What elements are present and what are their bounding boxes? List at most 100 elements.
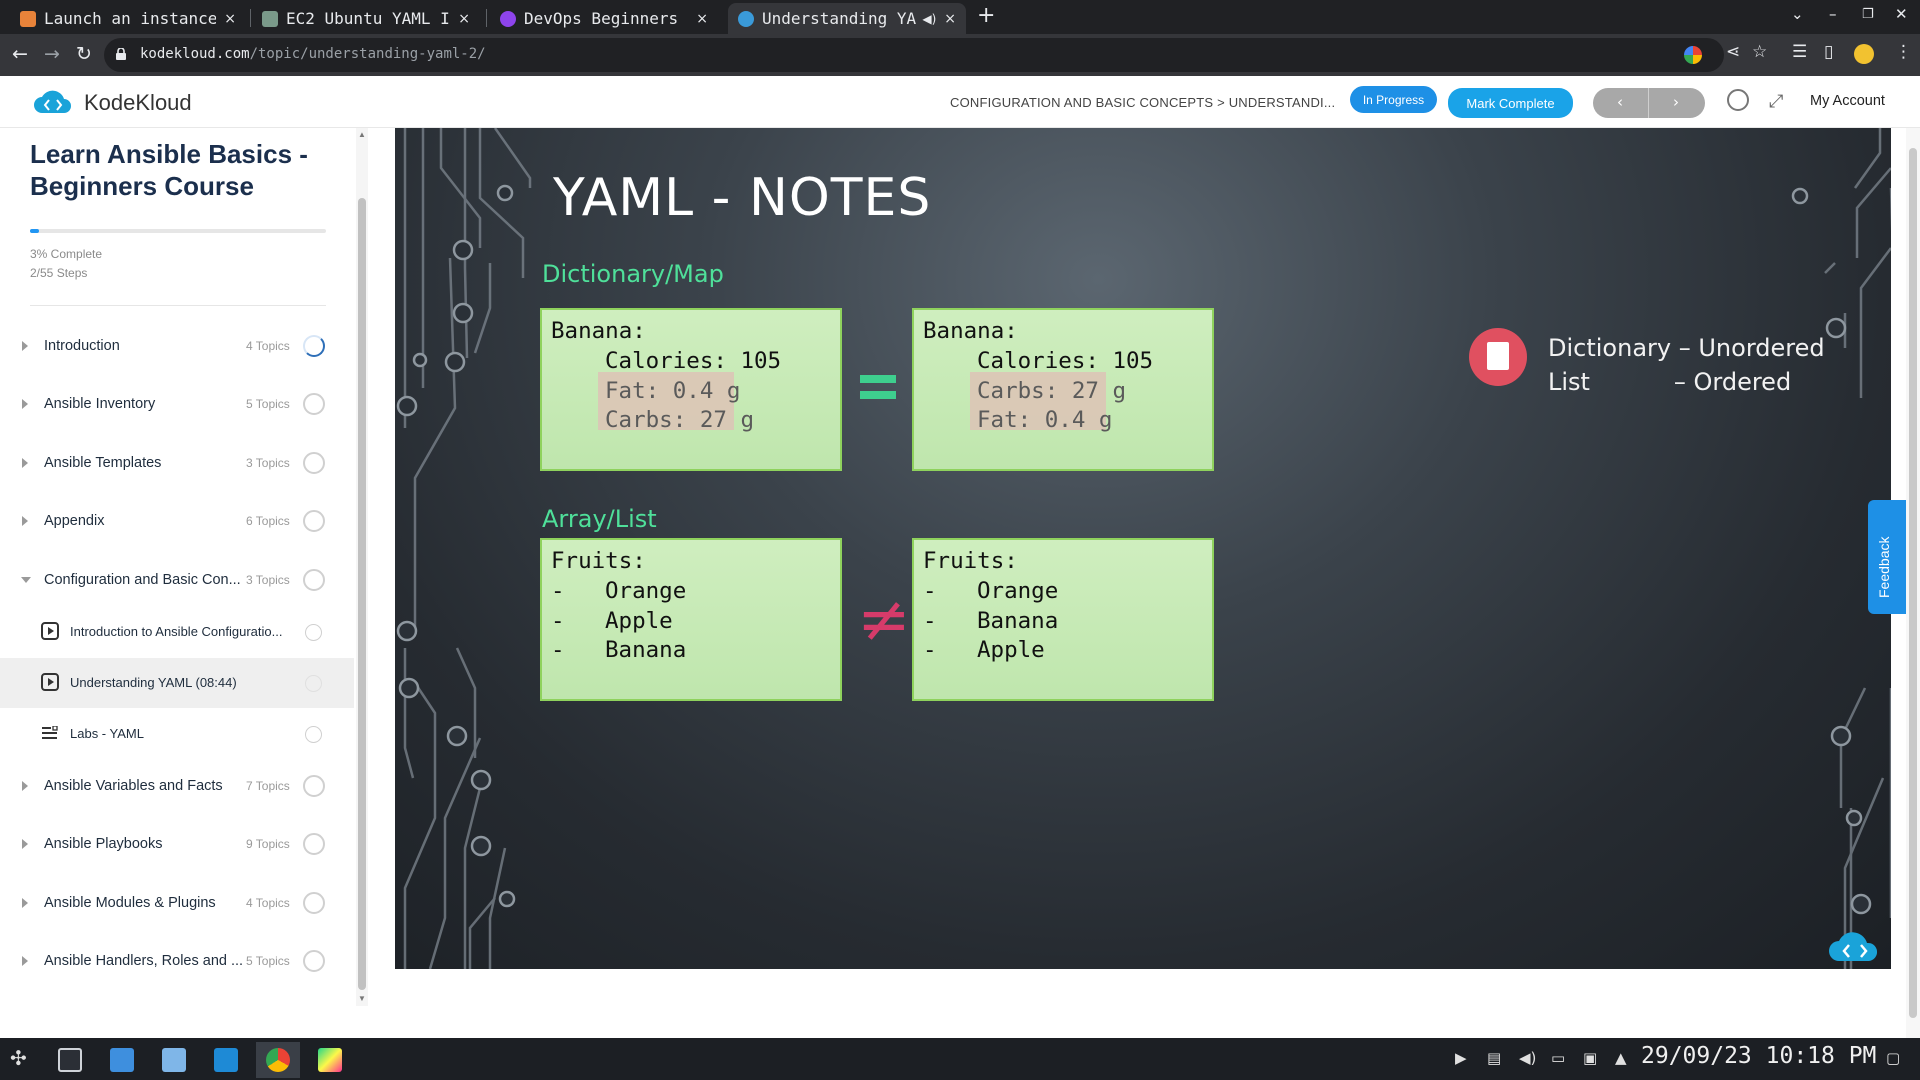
store-icon [110,1048,134,1072]
code-line: Fat: 0.4 g [977,407,1113,433]
battery-icon[interactable]: ▭ [1551,1049,1565,1067]
network-icon[interactable]: ▣ [1583,1049,1597,1067]
side-panel-icon[interactable]: ▯ [1824,42,1833,62]
breadcrumb[interactable]: CONFIGURATION AND BASIC CONCEPTS > UNDER… [950,95,1335,110]
section-configuration-basic-concepts[interactable]: Configuration and Basic Con... 3 Topics [0,556,354,606]
list-dash: - [923,578,937,604]
tray-expand-icon[interactable]: ▲ [1615,1049,1627,1067]
list-dash: - [923,608,937,634]
page-scrollbar[interactable] [1906,128,1920,1038]
more-menu-icon[interactable]: ⋮ [1895,42,1912,62]
app-launcher-icon[interactable]: ✣ [10,1046,27,1070]
not-equal-icon: ≠ [857,583,911,657]
sidebar-scrollbar[interactable]: ▲ ▼ [356,128,368,1006]
google-lens-icon[interactable] [1684,46,1702,64]
progress-ring-icon [303,892,325,914]
code-key: Fruits: [923,548,1018,574]
logo-text[interactable]: KodeKloud [84,90,192,116]
share-icon[interactable]: ⋖ [1726,42,1740,62]
os-taskbar: ✣ ▶ ▤ ◀) ▭ ▣ ▲ 29/09/23 10:18 PM ▢ [0,1038,1920,1080]
taskbar-vscode[interactable] [204,1042,248,1078]
course-title[interactable]: Learn Ansible Basics - Beginners Course [30,138,330,202]
scroll-down-icon[interactable]: ▼ [358,994,366,1003]
video-player[interactable]: YAML - NOTES Dictionary/Map Array/List B… [395,128,1891,969]
reading-list-icon[interactable]: ☰ [1792,42,1807,62]
bookmark-star-icon[interactable]: ☆ [1752,42,1767,62]
media-play-icon[interactable]: ▶ [1455,1049,1467,1067]
taskbar-files[interactable] [152,1042,196,1078]
topic-understanding-yaml[interactable]: Understanding YAML (08:44) [0,658,354,708]
section-ansible-inventory[interactable]: Ansible Inventory 5 Topics [0,380,354,430]
volume-icon[interactable]: ◀) [1519,1049,1536,1067]
next-lesson-button[interactable]: › [1673,93,1679,111]
code-line: Banana [977,608,1059,634]
my-account-link[interactable]: My Account [1810,93,1885,109]
topic-intro-ansible-config[interactable]: Introduction to Ansible Configuratio... [0,607,354,657]
close-tab-icon[interactable]: × [224,11,236,27]
mark-complete-button[interactable]: Mark Complete [1448,88,1573,118]
tab-launch-instance[interactable]: Launch an instance × [10,3,246,34]
reload-icon[interactable]: ↻ [76,43,92,65]
udemy-favicon-icon [500,10,516,27]
close-tab-icon[interactable]: × [696,11,708,27]
section-ansible-templates[interactable]: Ansible Templates 3 Topics [0,439,354,489]
section-playbooks[interactable]: Ansible Playbooks 9 Topics [0,820,354,870]
section-appendix[interactable]: Appendix 6 Topics [0,497,354,547]
tab-understanding-yaml[interactable]: Understanding YAM ◀) × [728,3,966,34]
audio-playing-icon[interactable]: ◀) [922,12,936,26]
browser-tab-bar: Launch an instance × EC2 Ubuntu YAML Inv… [0,0,1920,34]
lock-icon[interactable] [116,48,126,60]
forward-icon[interactable]: → [44,43,60,65]
scrollbar-thumb[interactable] [1909,148,1917,1018]
scrollbar-thumb[interactable] [358,198,366,990]
tab-ec2-ubuntu[interactable]: EC2 Ubuntu YAML Inve × [252,3,480,34]
progress-ring-icon [303,393,325,415]
omnibox[interactable]: kodekloud.com/topic/understanding-yaml-2… [104,38,1724,72]
dark-mode-icon[interactable] [1727,89,1749,111]
list-dash: - [551,608,565,634]
feedback-label: Feedback [1876,536,1892,598]
profile-avatar[interactable] [1854,44,1874,64]
topic-count: 6 Topics [246,514,290,528]
progress-text: 3% Complete [30,247,103,261]
close-window-icon[interactable]: ✕ [1895,5,1908,23]
topic-count: 3 Topics [246,573,290,587]
code-line: Apple [977,637,1045,663]
url-text[interactable]: kodekloud.com/topic/understanding-yaml-2… [140,46,486,62]
code-line: Calories: 105 [977,348,1154,374]
note-line-2: List – Ordered [1548,368,1792,396]
taskbar-pycharm[interactable] [308,1042,352,1078]
tab-search-icon[interactable]: ⌄ [1791,5,1804,23]
caret-down-icon [21,577,31,583]
feedback-tab[interactable]: Feedback [1868,500,1906,614]
show-desktop-icon[interactable]: ▢ [1886,1049,1900,1067]
tab-devops-beginners[interactable]: DevOps Beginners to × [490,3,718,34]
progress-ring-icon [303,950,325,972]
topic-labs-yaml[interactable]: Labs - YAML [0,709,354,759]
prev-lesson-button[interactable]: ‹ [1617,93,1623,111]
section-modules-plugins[interactable]: Ansible Modules & Plugins 4 Topics [0,879,354,929]
kodekloud-logo-icon[interactable] [32,89,74,115]
dictionary-section-label: Dictionary/Map [542,260,724,288]
list-dash: - [551,578,565,604]
fullscreen-icon[interactable]: ⤢ [1769,91,1783,112]
clipboard-icon[interactable]: ▤ [1487,1049,1501,1067]
lesson-pager: ‹ › [1593,88,1705,118]
terminal-icon [58,1048,82,1072]
restore-icon[interactable]: ❐ [1862,7,1874,22]
section-introduction[interactable]: Introduction 4 Topics [0,322,354,372]
new-tab-button[interactable]: + [977,3,995,28]
taskbar-terminal[interactable] [48,1042,92,1078]
scroll-up-icon[interactable]: ▲ [358,130,366,139]
close-tab-icon[interactable]: × [458,11,470,27]
taskbar-chrome[interactable] [256,1042,300,1078]
clock[interactable]: 29/09/23 10:18 PM [1641,1043,1876,1069]
section-handlers-roles[interactable]: Ansible Handlers, Roles and ... 5 Topics [0,937,354,987]
section-variables-facts[interactable]: Ansible Variables and Facts 7 Topics [0,762,354,812]
close-tab-icon[interactable]: × [944,11,956,27]
back-icon[interactable]: ← [12,43,28,65]
taskbar-store[interactable] [100,1042,144,1078]
course-progress-bar [30,229,326,233]
code-line: Orange [977,578,1059,604]
minimize-icon[interactable]: – [1829,5,1837,23]
